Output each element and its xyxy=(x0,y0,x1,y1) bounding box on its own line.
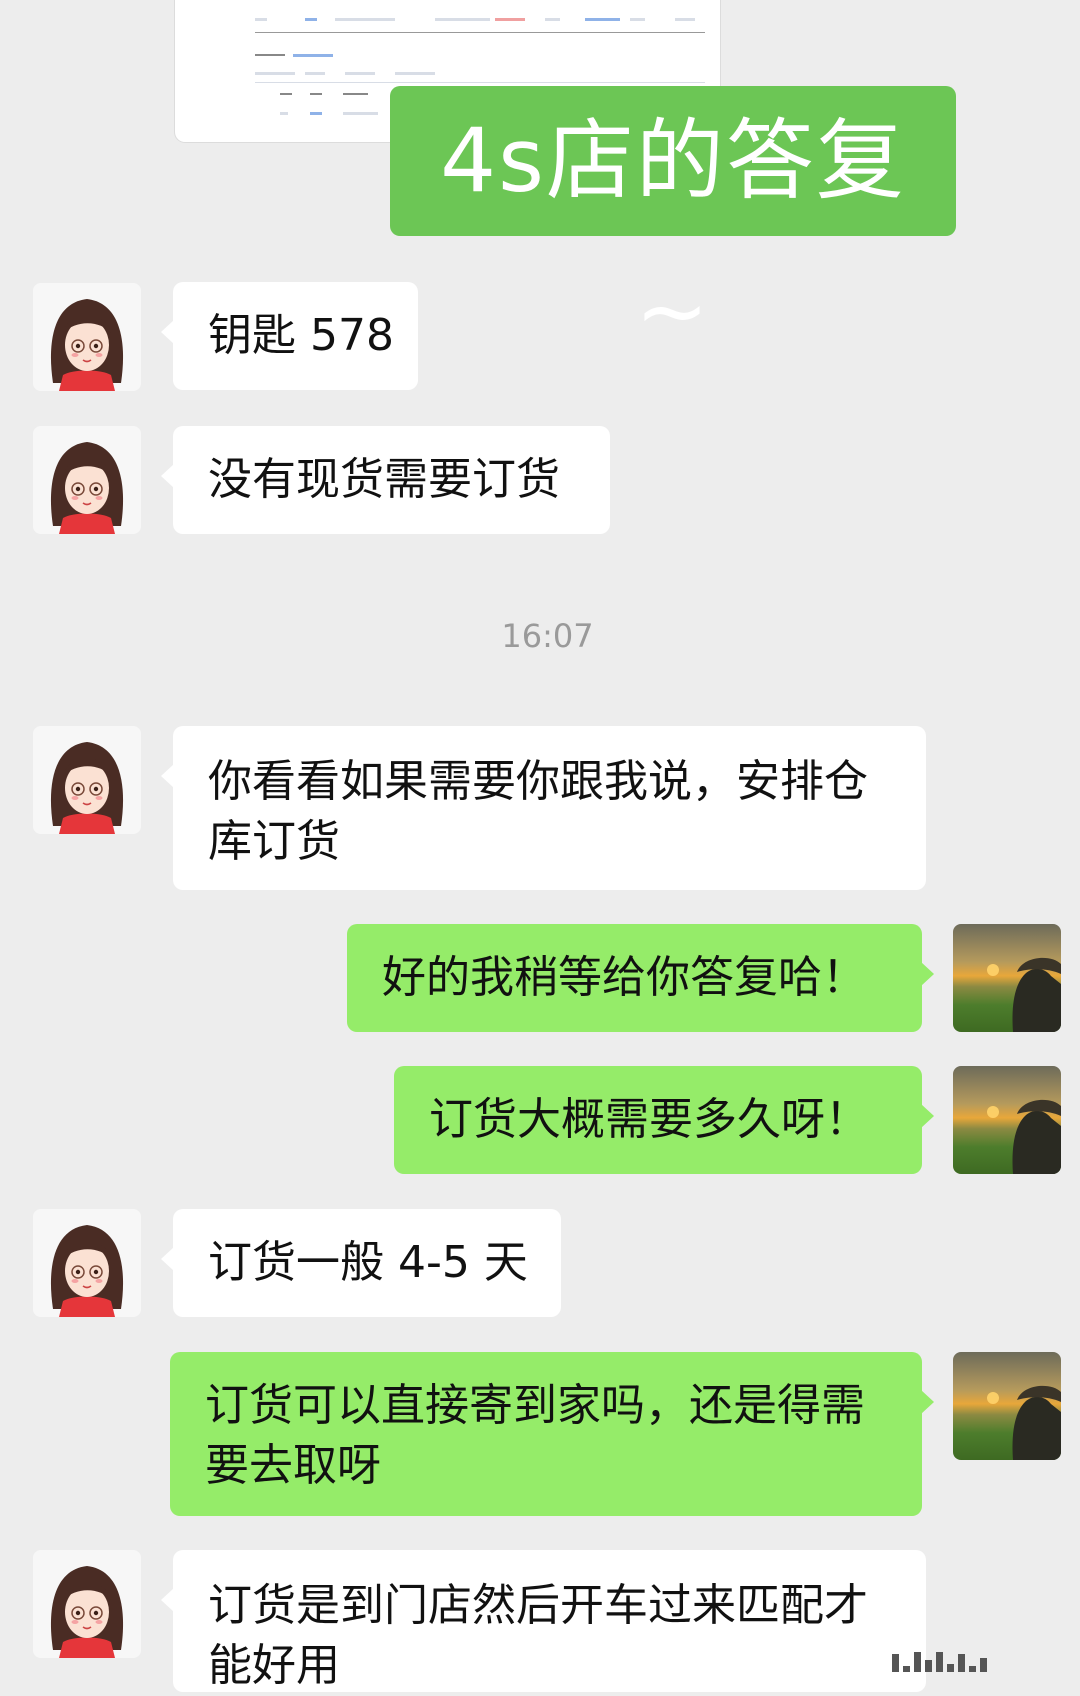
contact-avatar[interactable] xyxy=(33,283,141,391)
message-timestamp: 16:07 xyxy=(501,617,594,655)
message-text: 订货可以直接寄到家吗，还是得需要去取呀 xyxy=(205,1380,865,1491)
overlay-title-banner: 4s店的答复 ~ xyxy=(390,86,956,362)
message-text: 钥匙 578 xyxy=(208,310,394,361)
cartoon-girl-avatar-icon xyxy=(33,1550,141,1658)
message-text: 好的我稍等给你答复哈！ xyxy=(382,952,866,1003)
message-text: 订货一般 4-5 天 xyxy=(208,1237,528,1288)
cartoon-girl-avatar-icon xyxy=(33,1209,141,1317)
outgoing-message[interactable]: 订货可以直接寄到家吗，还是得需要去取呀 xyxy=(170,1352,934,1516)
self-avatar[interactable] xyxy=(953,1352,1061,1460)
outgoing-message[interactable]: 好的我稍等给你答复哈！ xyxy=(347,924,934,1032)
sunset-photo-avatar-icon xyxy=(987,1385,1061,1460)
self-avatar[interactable] xyxy=(953,924,1061,1032)
message-text: 没有现货需要订货 xyxy=(208,454,560,505)
message-text: 订货大概需要多久呀！ xyxy=(429,1094,869,1145)
contact-avatar[interactable] xyxy=(33,726,141,834)
contact-avatar[interactable] xyxy=(33,1209,141,1317)
cartoon-girl-avatar-icon xyxy=(33,283,141,391)
cartoon-girl-avatar-icon xyxy=(33,426,141,534)
incoming-message[interactable]: 钥匙 578 xyxy=(161,282,418,390)
sunset-photo-avatar-icon xyxy=(987,1099,1061,1174)
incoming-message[interactable]: 没有现货需要订货 xyxy=(161,426,610,534)
self-avatar[interactable] xyxy=(953,1066,1061,1174)
incoming-message[interactable]: 你看看如果需要你跟我说，安排仓库订货 xyxy=(161,726,926,890)
contact-avatar[interactable] xyxy=(33,1550,141,1658)
incoming-message[interactable]: 订货一般 4-5 天 xyxy=(161,1209,561,1317)
cartoon-girl-avatar-icon xyxy=(33,726,141,834)
contact-avatar[interactable] xyxy=(33,426,141,534)
watermark-logo xyxy=(892,1650,1062,1672)
message-text: 订货是到门店然后开车过来匹配才能好用 xyxy=(208,1580,868,1691)
outgoing-message[interactable]: 订货大概需要多久呀！ xyxy=(394,1066,934,1174)
message-text: 你看看如果需要你跟我说，安排仓库订货 xyxy=(208,756,868,867)
sunset-photo-avatar-icon xyxy=(987,957,1061,1032)
incoming-message[interactable]: 订货是到门店然后开车过来匹配才能好用 xyxy=(161,1550,926,1692)
